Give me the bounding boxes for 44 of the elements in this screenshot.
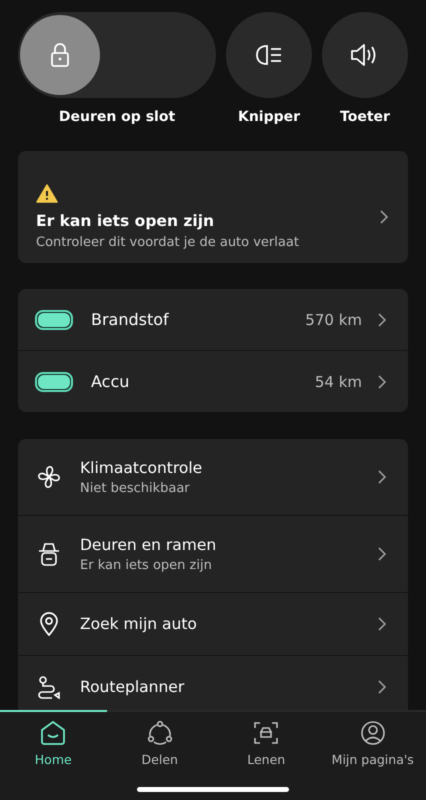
tab[interactable]: Lenen: [213, 710, 320, 768]
chevron-icon: [378, 680, 386, 694]
menu-item-title: Zoek mijn auto: [80, 615, 198, 633]
fan-icon: [37, 465, 61, 489]
menu-item-title: Routeplanner: [80, 678, 186, 696]
location-pin-icon: [39, 612, 59, 636]
range-value: 570 km: [305, 310, 362, 328]
menu-item-subtitle: Niet beschikbaar: [80, 480, 191, 496]
menu-item-subtitle: Er kan iets open zijn: [80, 558, 213, 572]
chevron-icon: [378, 312, 386, 326]
home-icon: [40, 720, 66, 746]
chevron-icon: [378, 470, 386, 484]
route-icon: [37, 675, 61, 699]
range-gauge: [35, 372, 73, 392]
tab[interactable]: Home: [0, 710, 106, 768]
menu-item[interactable]: Zoek mijn auto: [18, 592, 408, 655]
alert-message: Controleer dit voordat je de auto verlaat: [36, 235, 300, 250]
button-label: Toeter: [340, 109, 390, 125]
chevron-icon: [378, 617, 386, 631]
menu-item-title: Klimaatcontrole: [80, 458, 204, 476]
range-gauge: [35, 310, 73, 330]
alert-title: Er kan iets open zijn: [36, 212, 216, 230]
chevron-icon: [380, 210, 388, 224]
range-row[interactable]: Accu 54 km: [18, 350, 408, 412]
headlight-icon: [255, 44, 283, 66]
share-icon: [146, 720, 173, 746]
range-value: 54 km: [314, 372, 362, 390]
warning-icon: [36, 184, 58, 203]
range-row[interactable]: Brandstof 570 km: [18, 289, 408, 350]
car-icon: [38, 541, 60, 567]
menu-item-title: Deuren en ramen: [80, 536, 218, 554]
chevron-icon: [378, 547, 386, 561]
range-name: Accu: [91, 372, 130, 391]
alert-card[interactable]: Er kan iets open zijn Controleer dit voordat je de auto verlaat: [18, 151, 408, 263]
tab[interactable]: Delen: [106, 710, 213, 768]
menu-item[interactable]: Klimaatcontrole Niet beschikbaar: [18, 439, 408, 515]
button-label: Knipper: [238, 109, 300, 125]
chevron-icon: [378, 374, 386, 388]
profile-icon: [360, 720, 386, 746]
range-name: Brandstof: [91, 310, 170, 329]
car-scan-icon: [253, 720, 280, 746]
menu-item[interactable]: Deuren en ramen Er kan iets open zijn: [18, 515, 408, 592]
slider-label: Deuren op slot: [58, 109, 176, 125]
tab[interactable]: Mijn pagina's: [320, 710, 426, 768]
